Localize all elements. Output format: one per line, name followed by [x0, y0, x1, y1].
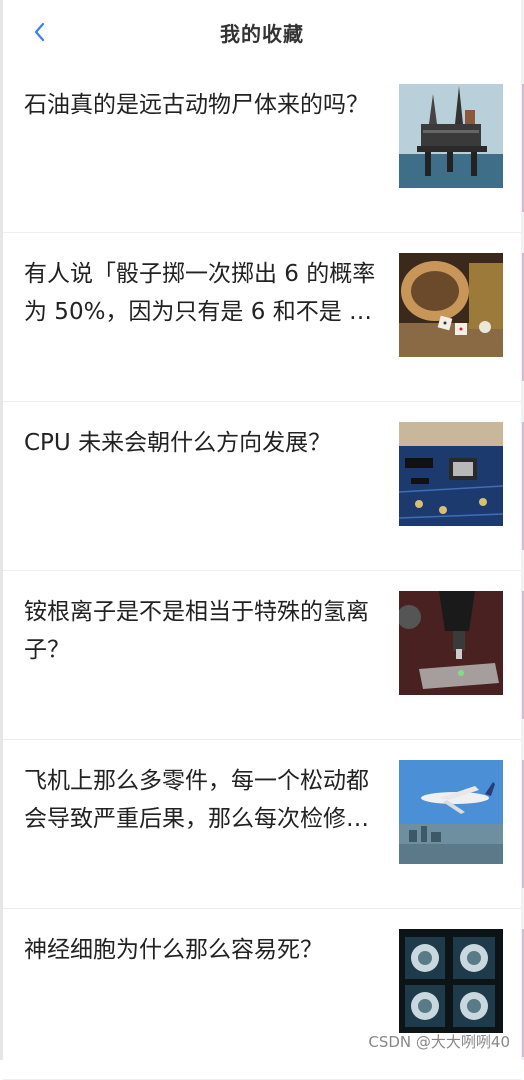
item-title: CPU 未来会朝什么方向发展？: [24, 430, 332, 456]
thumbnail-image: [399, 760, 503, 864]
thumbnail-image: [399, 591, 503, 695]
thumbnail-image: [399, 929, 503, 1033]
item-title: 飞机上那么多零件，每一个松动都会导致严重后果，那么每次检修是怎么做的？: [24, 768, 369, 832]
list-item[interactable]: 石油真的是远古动物尸体来的吗？: [3, 64, 524, 233]
thumbnail-image: [399, 422, 503, 526]
thumbnail-image: [399, 253, 503, 357]
item-title: 铵根离子是不是相当于特殊的氢离子？: [24, 599, 369, 663]
favorites-list: 石油真的是远古动物尸体来的吗？ 有人说「骰子掷一次掷出 6 的概率为 50%，因…: [3, 64, 524, 1080]
list-item[interactable]: 飞机上那么多零件，每一个松动都会导致严重后果，那么每次检修是怎么做的？: [3, 740, 524, 909]
item-title: 有人说「骰子掷一次掷出 6 的概率为 50%，因为只有是 6 和不是 6 两种情…: [24, 261, 376, 325]
list-item[interactable]: 有人说「骰子掷一次掷出 6 的概率为 50%，因为只有是 6 和不是 6 两种情…: [3, 233, 524, 402]
item-title: 石油真的是远古动物尸体来的吗？: [24, 92, 369, 118]
thumbnail-image: [399, 84, 503, 188]
list-item[interactable]: CPU 未来会朝什么方向发展？: [3, 402, 524, 571]
watermark-text: CSDN @大大咧咧40: [368, 1033, 510, 1051]
nav-header: 我的收藏: [3, 0, 521, 65]
item-title: 神经细胞为什么那么容易死？: [24, 937, 323, 963]
page-title: 我的收藏: [220, 22, 304, 46]
list-item[interactable]: 铵根离子是不是相当于特殊的氢离子？: [3, 571, 524, 740]
list-item[interactable]: 神经细胞为什么那么容易死？: [3, 909, 524, 1080]
